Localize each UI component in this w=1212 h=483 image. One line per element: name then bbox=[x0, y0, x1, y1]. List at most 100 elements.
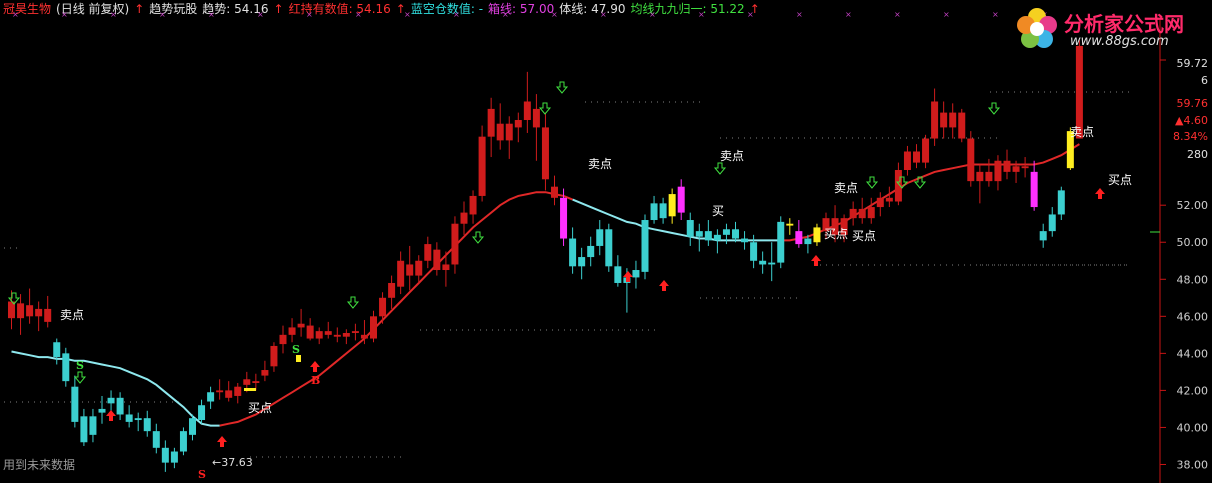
candle-body bbox=[1039, 231, 1047, 241]
candle-body bbox=[578, 257, 586, 267]
candlestick-chart[interactable]: 38.00 40.00 42.00 44.00 46.00 48.00 50.00 52.00… bbox=[0, 0, 1212, 483]
candle-body bbox=[152, 431, 160, 448]
cross-mark: × bbox=[796, 10, 803, 19]
candle-body bbox=[641, 220, 649, 272]
sell-arrow-icon bbox=[987, 102, 1001, 115]
buy-arrow-icon bbox=[1095, 188, 1105, 199]
candle-body bbox=[614, 266, 622, 283]
buy-arrow-icon bbox=[310, 361, 320, 372]
price-info-label: 6 bbox=[1201, 74, 1208, 87]
candle-body bbox=[659, 203, 667, 219]
candle-body bbox=[587, 245, 595, 258]
candle-body bbox=[732, 229, 739, 239]
candle-body bbox=[514, 120, 522, 128]
candle-body bbox=[360, 334, 368, 339]
candle-body bbox=[89, 416, 97, 435]
candle-body bbox=[1012, 166, 1020, 172]
candle-body bbox=[161, 447, 169, 463]
cross-mark: × bbox=[453, 10, 460, 19]
price-info-label: ▲4.60 bbox=[1175, 114, 1208, 127]
candle-body bbox=[26, 305, 34, 317]
y-tick-label: 44.00 bbox=[1177, 347, 1209, 360]
sell-point-label: 卖点 bbox=[834, 181, 858, 195]
candle-body bbox=[967, 138, 975, 182]
candle-body bbox=[397, 260, 405, 287]
cross-mark: × bbox=[61, 10, 68, 19]
candle-body bbox=[234, 386, 242, 396]
candle-body bbox=[324, 331, 332, 335]
candle-body bbox=[551, 186, 558, 198]
candle-body bbox=[541, 127, 549, 180]
candle-body bbox=[388, 282, 396, 298]
candle-body bbox=[469, 195, 477, 215]
logo-url: www.88gs.com bbox=[1070, 34, 1169, 49]
cross-mark: × bbox=[502, 10, 509, 19]
candle-body bbox=[315, 331, 323, 339]
buy-arrow-icon bbox=[217, 436, 227, 447]
candle-body bbox=[560, 197, 568, 239]
candle-body bbox=[750, 242, 758, 261]
cross-mark: × bbox=[306, 10, 313, 19]
candle-body bbox=[279, 334, 287, 345]
candle-body bbox=[704, 231, 712, 241]
candle-body bbox=[1048, 214, 1056, 232]
candle-body bbox=[876, 197, 884, 208]
cross-mark: × bbox=[992, 10, 999, 19]
cross-mark: × bbox=[355, 10, 362, 19]
candle-body bbox=[17, 303, 25, 319]
candle-body bbox=[225, 390, 233, 398]
candle-body bbox=[903, 151, 911, 171]
sell-point-label: 卖点 bbox=[588, 157, 612, 171]
candle-body bbox=[487, 108, 495, 137]
candle-body bbox=[741, 238, 749, 243]
candle-body bbox=[940, 112, 948, 128]
candle-body bbox=[958, 112, 966, 139]
candle-body bbox=[596, 229, 604, 246]
cross-mark: × bbox=[110, 10, 117, 19]
yellow-marker bbox=[244, 388, 256, 391]
logo-title: 分析家公式网 bbox=[1064, 12, 1184, 36]
y-tick-label: 52.00 bbox=[1177, 199, 1209, 212]
candle-body bbox=[288, 327, 296, 335]
candle-body bbox=[532, 108, 540, 128]
candle-body bbox=[1030, 171, 1038, 208]
candle-body bbox=[451, 223, 459, 265]
candle-body bbox=[53, 342, 61, 358]
ma-line-segment bbox=[572, 198, 781, 242]
candle-body bbox=[713, 234, 721, 241]
buy-arrow-icon bbox=[106, 410, 116, 421]
candle-body bbox=[134, 418, 142, 421]
cross-mark: × bbox=[845, 10, 852, 19]
candle-body bbox=[379, 297, 387, 317]
candle-body bbox=[777, 221, 785, 263]
candle-body bbox=[894, 170, 902, 202]
candle-body bbox=[985, 171, 993, 182]
candle-body bbox=[650, 203, 658, 221]
y-tick-label: 40.00 bbox=[1177, 421, 1209, 434]
price-info-label: 8.34% bbox=[1173, 130, 1208, 143]
candle-body bbox=[370, 316, 377, 339]
sell-arrow-icon bbox=[471, 231, 485, 244]
cross-mark: × bbox=[551, 10, 558, 19]
sell-s-marker: S bbox=[76, 359, 84, 372]
cross-mark: × bbox=[12, 10, 19, 19]
candle-body bbox=[198, 405, 206, 421]
cross-mark: × bbox=[698, 10, 705, 19]
candle-body bbox=[189, 418, 196, 435]
candle-body bbox=[207, 392, 215, 402]
candle-body bbox=[44, 308, 52, 322]
candle-body bbox=[216, 390, 224, 393]
y-tick-label: 42.00 bbox=[1177, 384, 1209, 397]
low-price-marker: ←37.63 bbox=[212, 456, 253, 469]
candle-body bbox=[695, 231, 703, 237]
candle-body bbox=[813, 227, 821, 243]
candle-body bbox=[786, 223, 794, 226]
y-tick-label: 38.00 bbox=[1177, 458, 1209, 471]
sell-point-label: 卖点 bbox=[720, 149, 744, 163]
buy-b-marker: B bbox=[311, 374, 320, 387]
cross-mark: × bbox=[600, 10, 607, 19]
cross-mark: × bbox=[208, 10, 215, 19]
candle-body bbox=[270, 345, 278, 367]
sell-arrow-icon bbox=[865, 176, 879, 189]
candle-body bbox=[125, 414, 133, 422]
